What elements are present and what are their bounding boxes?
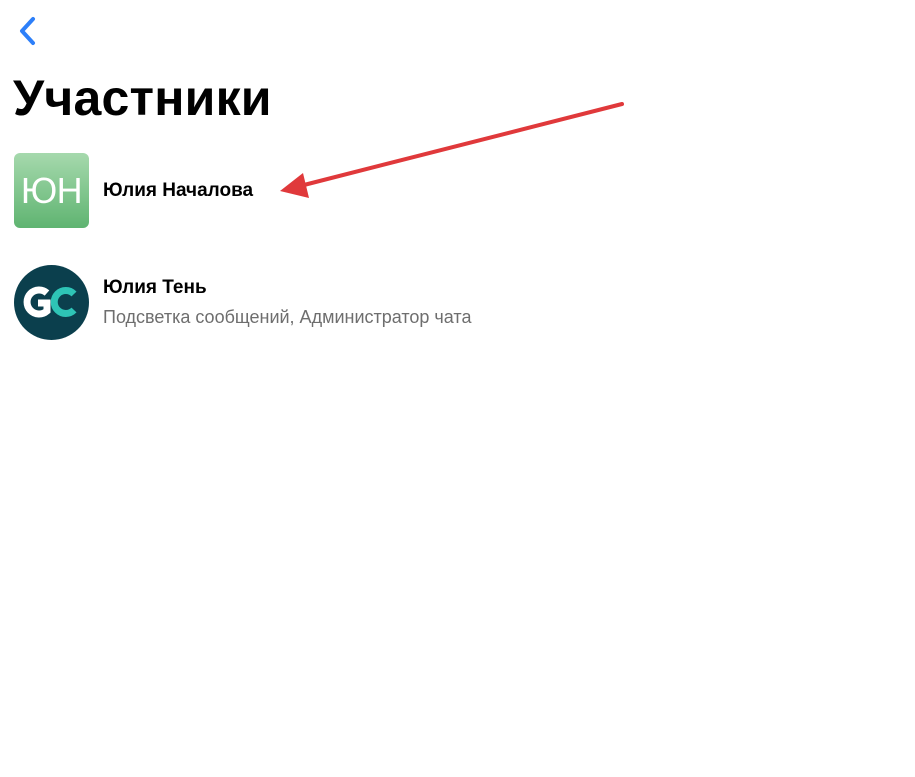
member-info: Юлия Началова xyxy=(103,179,253,203)
avatar xyxy=(14,265,89,340)
member-row-yulia-ten[interactable]: Юлия Тень Подсветка сообщений, Администр… xyxy=(14,265,894,340)
gc-logo-icon xyxy=(23,286,77,318)
member-row-yulia-nachalova[interactable]: ЮН Юлия Началова xyxy=(14,153,894,228)
chevron-left-icon xyxy=(20,17,35,45)
member-list: ЮН Юлия Началова Юлия Тень Подсветка соо… xyxy=(14,153,894,340)
member-info: Юлия Тень Подсветка сообщений, Администр… xyxy=(103,276,471,329)
member-role: Подсветка сообщений, Администратор чата xyxy=(103,307,472,327)
back-button[interactable] xyxy=(12,12,44,50)
member-name: Юлия Тень xyxy=(103,277,207,298)
page-title: Участники xyxy=(13,70,272,126)
avatar: ЮН xyxy=(14,153,89,228)
member-name: Юлия Началова xyxy=(103,179,254,201)
avatar-initials: ЮН xyxy=(20,169,83,211)
participants-screen: Участники ЮН Юлия Началова Юлия Тень Под… xyxy=(0,0,915,777)
